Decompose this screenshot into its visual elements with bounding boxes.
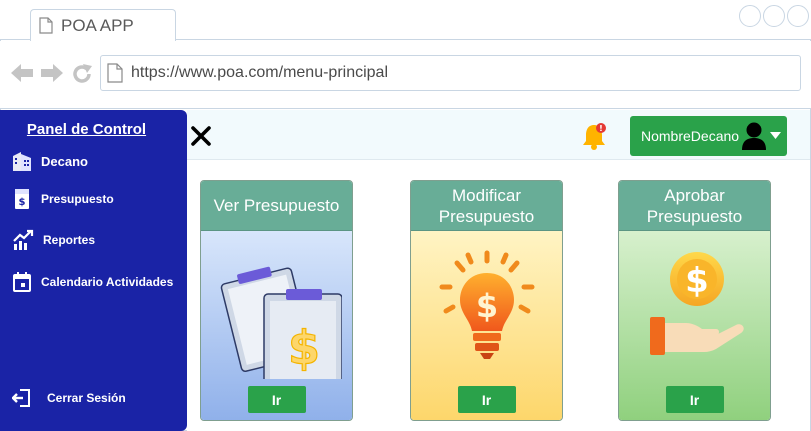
notification-badge-text: ! bbox=[599, 124, 603, 133]
calendar-icon bbox=[13, 272, 31, 292]
sidebar-item-label: Presupuesto bbox=[41, 192, 114, 206]
sidebar-item-label: Decano bbox=[41, 153, 88, 169]
sidebar-item-label: Calendario Actividades bbox=[41, 275, 174, 289]
document-icon bbox=[39, 17, 53, 34]
card-title: Modificar Presupuesto bbox=[411, 181, 562, 231]
browser-tab[interactable]: POA APP bbox=[30, 9, 176, 41]
card-ver-presupuesto: Ver Presupuesto $ Ir bbox=[200, 180, 353, 421]
window-controls bbox=[739, 5, 809, 27]
chevron-down-icon bbox=[770, 132, 782, 139]
card-modificar-presupuesto: Modificar Presupuesto $ Ir bbox=[410, 180, 563, 421]
svg-text:$: $ bbox=[287, 321, 319, 375]
building-icon bbox=[13, 152, 31, 171]
sidebar-item-label: Reportes bbox=[43, 233, 96, 247]
sidebar-item-calendario[interactable]: Calendario Actividades bbox=[12, 271, 173, 293]
logout-button[interactable]: Cerrar Sesión bbox=[12, 388, 126, 408]
chart-up-icon bbox=[13, 229, 34, 250]
url-text: https://www.poa.com/menu-principal bbox=[131, 64, 388, 81]
svg-text:$: $ bbox=[19, 197, 26, 208]
tab-title: POA APP bbox=[61, 15, 134, 35]
close-window-button[interactable] bbox=[787, 5, 809, 27]
user-icon bbox=[742, 122, 767, 150]
sidebar-item-presupuesto[interactable]: $ Presupuesto bbox=[12, 188, 114, 210]
sidebar-title[interactable]: Panel de Control bbox=[0, 121, 173, 138]
card-title: Aprobar Presupuesto bbox=[619, 181, 770, 231]
svg-text:$: $ bbox=[475, 287, 497, 325]
logout-icon bbox=[12, 389, 30, 407]
user-menu-button[interactable]: NombreDecano bbox=[630, 116, 787, 156]
close-icon[interactable] bbox=[191, 126, 211, 146]
lightbulb-dollar-icon: $ bbox=[439, 250, 534, 359]
url-field[interactable]: https://www.poa.com/menu-principal bbox=[100, 55, 801, 91]
bell-icon[interactable]: ! bbox=[580, 122, 610, 152]
address-bar-area: https://www.poa.com/menu-principal bbox=[0, 41, 811, 109]
logout-label: Cerrar Sesión bbox=[47, 391, 126, 405]
budget-document-icon: $ bbox=[15, 189, 29, 209]
user-name: NombreDecano bbox=[641, 128, 740, 144]
sidebar-item-decano[interactable]: Decano bbox=[12, 150, 88, 172]
card-aprobar-presupuesto: Aprobar Presupuesto $ Ir bbox=[618, 180, 771, 421]
maximize-button[interactable] bbox=[763, 5, 785, 27]
ir-button[interactable]: Ir bbox=[247, 386, 306, 413]
ir-button[interactable]: Ir bbox=[665, 386, 724, 413]
minimize-button[interactable] bbox=[739, 5, 761, 27]
svg-text:$: $ bbox=[685, 261, 709, 301]
back-arrow-icon[interactable] bbox=[10, 63, 34, 83]
card-title: Ver Presupuesto bbox=[201, 181, 352, 231]
sidebar: Panel de Control Decano $ Presupuesto Re… bbox=[0, 110, 187, 431]
top-bar: ! NombreDecano bbox=[187, 110, 810, 160]
forward-arrow-icon[interactable] bbox=[40, 63, 64, 83]
sidebar-item-reportes[interactable]: Reportes bbox=[12, 229, 95, 251]
browser-tab-bar: POA APP bbox=[0, 0, 811, 41]
document-icon bbox=[107, 63, 123, 83]
hand-coin-icon: $ bbox=[649, 252, 744, 355]
clipboard-dollar-icon: $ bbox=[220, 266, 342, 379]
reload-icon[interactable] bbox=[71, 63, 93, 85]
ir-button[interactable]: Ir bbox=[457, 386, 516, 413]
